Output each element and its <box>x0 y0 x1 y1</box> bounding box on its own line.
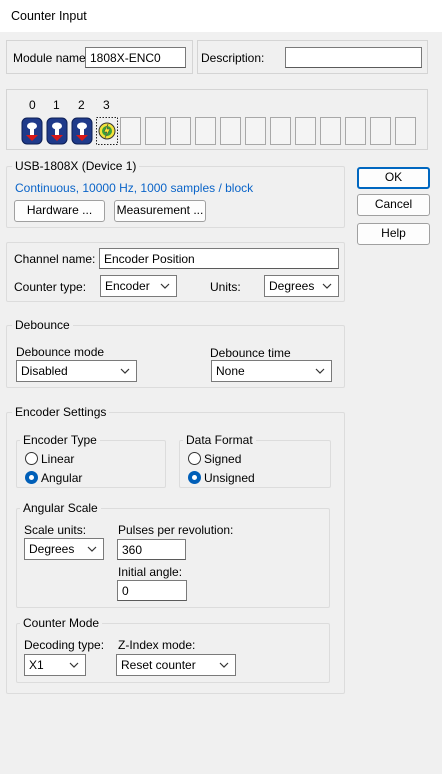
description-frame: Description: <box>197 40 428 74</box>
data-format-group <box>179 440 331 488</box>
hardware-button[interactable]: Hardware ... <box>14 200 105 222</box>
debounce-mode-select[interactable]: Disabled <box>16 360 137 382</box>
encoder-type-title: Encoder Type <box>20 433 100 447</box>
unsigned-radio[interactable] <box>188 471 201 484</box>
chevron-down-icon <box>160 283 170 289</box>
title-bar: Counter Input <box>0 0 442 32</box>
pulses-per-revolution-input[interactable]: 360 <box>117 539 186 560</box>
empty-slot[interactable] <box>245 117 266 145</box>
channel-name-label: Channel name: <box>14 252 96 266</box>
z-index-mode-select[interactable]: Reset counter <box>116 654 236 676</box>
counter-type-label: Counter type: <box>14 280 87 294</box>
empty-slot[interactable] <box>395 117 416 145</box>
channel-number-3: 3 <box>103 98 110 112</box>
module-name-label: Module name: <box>13 51 90 65</box>
data-format-title: Data Format <box>183 433 256 447</box>
empty-slot[interactable] <box>270 117 291 145</box>
initial-angle-input[interactable]: 0 <box>117 580 187 601</box>
pulses-per-revolution-label: Pulses per revolution: <box>118 523 234 537</box>
scale-units-value: Degrees <box>29 542 75 556</box>
ok-button[interactable]: OK <box>357 167 430 189</box>
counter-mode-title: Counter Mode <box>20 616 103 630</box>
scale-units-select[interactable]: Degrees <box>24 538 104 560</box>
module-name-frame: Module name: 1808X-ENC0 <box>6 40 193 74</box>
empty-slot[interactable] <box>170 117 191 145</box>
linear-label: Linear <box>41 452 75 466</box>
empty-slot[interactable] <box>295 117 316 145</box>
debounce-time-value: None <box>216 364 245 378</box>
description-input[interactable] <box>285 47 422 68</box>
encoder-icon <box>96 117 118 145</box>
empty-slot[interactable] <box>120 117 141 145</box>
empty-slot[interactable] <box>320 117 341 145</box>
counter-type-value: Encoder <box>105 279 150 293</box>
channel-number-1: 1 <box>53 98 60 112</box>
chevron-down-icon <box>219 662 229 668</box>
units-label: Units: <box>210 280 241 294</box>
units-value: Degrees <box>269 279 315 293</box>
channel-3-slot[interactable] <box>96 117 118 148</box>
description-label: Description: <box>201 51 265 65</box>
measurement-button[interactable]: Measurement ... <box>114 200 206 222</box>
chevron-down-icon <box>87 546 97 552</box>
connector-icon <box>46 117 68 145</box>
empty-slot[interactable] <box>145 117 166 145</box>
chevron-down-icon <box>69 662 79 668</box>
z-index-mode-label: Z-Index mode: <box>118 638 196 652</box>
debounce-title: Debounce <box>12 318 73 332</box>
counter-type-select[interactable]: Encoder <box>100 275 177 297</box>
encoder-settings-title: Encoder Settings <box>12 405 110 419</box>
cancel-button[interactable]: Cancel <box>357 194 430 216</box>
decoding-type-label: Decoding type: <box>24 638 105 652</box>
empty-slot[interactable] <box>220 117 241 145</box>
channel-2-slot[interactable] <box>71 117 93 148</box>
decoding-type-select[interactable]: X1 <box>24 654 86 676</box>
channel-1-slot[interactable] <box>46 117 68 148</box>
debounce-mode-value: Disabled <box>21 364 68 378</box>
initial-angle-label: Initial angle: <box>118 565 183 579</box>
angular-scale-title: Angular Scale <box>20 501 101 515</box>
debounce-mode-label: Debounce mode <box>16 345 105 359</box>
linear-radio[interactable] <box>25 452 38 465</box>
signed-label: Signed <box>204 452 242 466</box>
connector-icon <box>71 117 93 145</box>
channel-strip: 0 1 2 3 <box>6 89 428 150</box>
chevron-down-icon <box>322 283 332 289</box>
debounce-time-select[interactable]: None <box>211 360 332 382</box>
angular-radio[interactable] <box>25 471 38 484</box>
help-button[interactable]: Help <box>357 223 430 245</box>
debounce-time-label: Debounce time <box>210 346 291 360</box>
z-index-mode-value: Reset counter <box>121 658 196 672</box>
module-name-input[interactable]: 1808X-ENC0 <box>85 47 186 68</box>
signed-radio[interactable] <box>188 452 201 465</box>
empty-slot[interactable] <box>370 117 391 145</box>
units-select[interactable]: Degrees <box>264 275 339 297</box>
chevron-down-icon <box>315 368 325 374</box>
unsigned-label: Unsigned <box>204 471 255 485</box>
chevron-down-icon <box>120 368 130 374</box>
channel-number-0: 0 <box>29 98 36 112</box>
empty-slot[interactable] <box>345 117 366 145</box>
empty-slot[interactable] <box>195 117 216 145</box>
device-title: USB-1808X (Device 1) <box>12 159 140 173</box>
device-status: Continuous, 10000 Hz, 1000 samples / blo… <box>15 181 254 195</box>
angular-label: Angular <box>41 471 83 485</box>
scale-units-label: Scale units: <box>24 523 87 537</box>
window-title: Counter Input <box>11 9 87 23</box>
channel-0-slot[interactable] <box>21 117 43 148</box>
connector-icon <box>21 117 43 145</box>
decoding-type-value: X1 <box>29 658 44 672</box>
channel-name-input[interactable]: Encoder Position <box>99 248 339 269</box>
channel-number-2: 2 <box>78 98 85 112</box>
encoder-type-group <box>16 440 166 488</box>
